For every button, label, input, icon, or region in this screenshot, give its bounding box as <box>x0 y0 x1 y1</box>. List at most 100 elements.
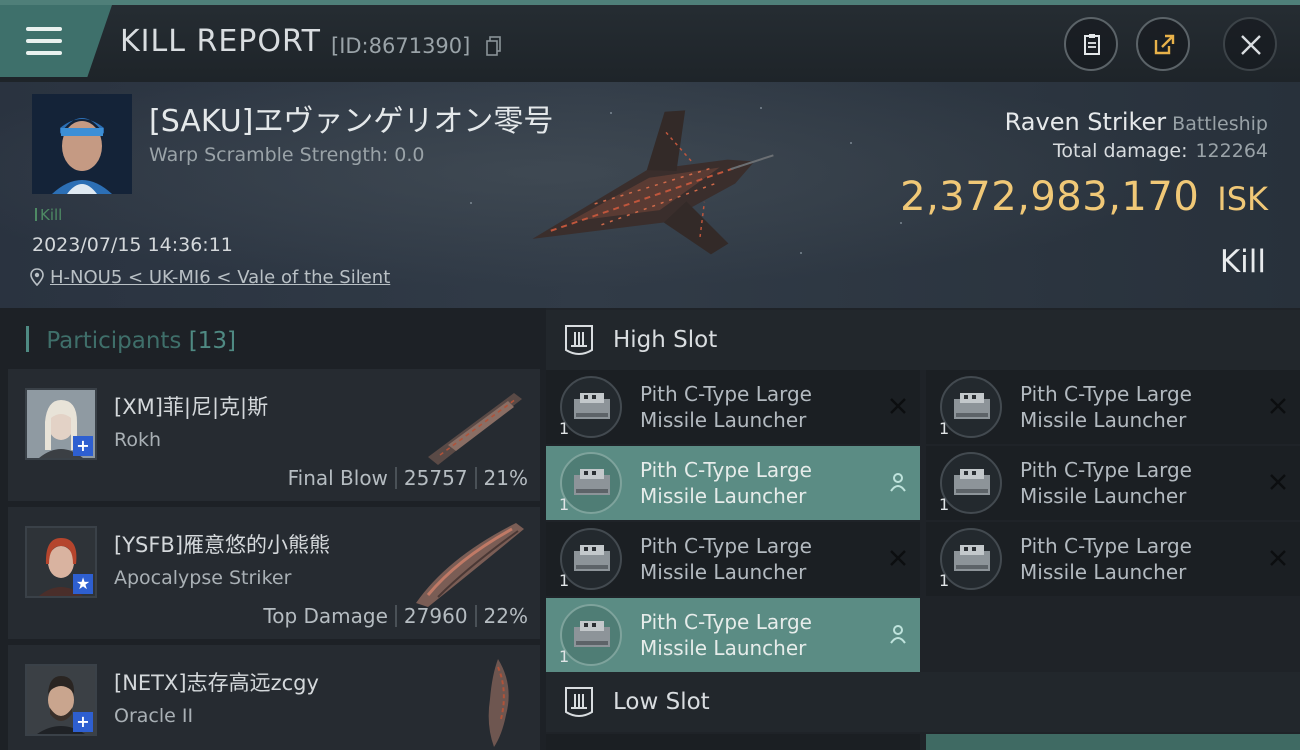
top-bar: KILL REPORT [ID:8671390] <box>0 0 1300 82</box>
hamburger-menu-icon <box>26 27 62 55</box>
module-name: Pith C-Type Large Missile Launcher <box>640 458 812 508</box>
participant-name: [XM]菲|尼|克|斯 <box>114 395 269 419</box>
module-name: Pith C-Type Large Missile Launcher <box>1020 458 1192 508</box>
result-label: Kill <box>1219 244 1266 280</box>
total-damage-value: 122264 <box>1195 140 1268 162</box>
participant-stats: Top Damage 27960 22% <box>263 604 528 628</box>
plus-badge-icon: + <box>73 436 93 456</box>
participant-row[interactable]: + [NETX]志存高远zcgy Oracle II <box>8 645 540 750</box>
module-item[interactable]: 1 Pith C-Type Large Missile Launcher <box>546 522 920 596</box>
missile-launcher-icon <box>940 376 1002 438</box>
plus-badge-icon: + <box>73 712 93 732</box>
participants-panel: Participants [13] + [XM]菲|尼|克|斯 Rokh Fin… <box>0 308 546 750</box>
victim-ship[interactable]: Raven Striker Battleship <box>1005 108 1268 136</box>
ship-class: Battleship <box>1172 113 1268 135</box>
missile-launcher-icon <box>560 376 622 438</box>
missile-launcher-icon <box>560 452 622 514</box>
module-quantity: 1 <box>559 647 570 666</box>
isk-amount: 2,372,983,170 <box>900 174 1200 220</box>
module-item-partial[interactable] <box>926 734 1300 750</box>
module-item[interactable]: 1 Pith C-Type Large Missile Launcher <box>926 370 1300 444</box>
participant-damage: 25757 <box>403 466 468 490</box>
clipboard-icon <box>1084 34 1100 55</box>
participant-ship-image <box>488 659 509 747</box>
turret-slot-icon <box>565 687 593 717</box>
module-quantity: 1 <box>559 419 570 438</box>
page-title: KILL REPORT <box>120 24 321 59</box>
missile-launcher-icon <box>560 604 622 666</box>
isk-unit: ISK <box>1217 180 1268 218</box>
close-button[interactable] <box>1223 17 1277 71</box>
location-pin-icon <box>30 268 44 286</box>
participant-ship: Apocalypse Striker <box>114 567 292 589</box>
victim-ship-image <box>532 110 774 255</box>
participant-avatar: + <box>25 388 97 460</box>
kill-tag: Kill <box>35 206 62 224</box>
module-quantity: 1 <box>559 495 570 514</box>
participant-ship: Rokh <box>114 429 162 451</box>
participant-row[interactable]: + [XM]菲|尼|克|斯 Rokh Final Blow 25757 21% <box>8 369 540 501</box>
location-text: H-NOU5 < UK-MI6 < Vale of the Silent <box>50 267 391 288</box>
victim-summary: [SAKU]ヱヴァンゲリオン零号 Warp Scramble Strength:… <box>0 82 1300 308</box>
copy-icon[interactable] <box>486 36 502 56</box>
victim-portrait[interactable] <box>32 94 132 194</box>
x-mark-icon <box>1270 550 1286 566</box>
missile-launcher-icon <box>940 452 1002 514</box>
participant-percent: 21% <box>483 466 528 490</box>
missile-launcher-icon <box>940 528 1002 590</box>
victim-name[interactable]: [SAKU]ヱヴァンゲリオン零号 <box>149 96 553 140</box>
participant-stats: Final Blow 25757 21% <box>288 466 528 490</box>
participant-avatar: ★ <box>25 526 97 598</box>
module-name: Pith C-Type Large Missile Launcher <box>640 382 812 432</box>
close-icon <box>1241 35 1261 55</box>
participant-role: Final Blow <box>287 466 388 490</box>
star-badge-icon: ★ <box>73 574 93 594</box>
high-slot-title: High Slot <box>613 327 718 353</box>
participant-role: Top Damage <box>263 604 388 628</box>
fitting-panel: High Slot 1 Pith C-Type Large Missile Lau… <box>546 308 1300 750</box>
share-button[interactable] <box>1136 17 1190 71</box>
x-mark-icon <box>890 398 906 414</box>
participant-row[interactable]: ★ [YSFB]雁意悠的小熊熊 Apocalypse Striker Top D… <box>8 507 540 639</box>
isk-value: 2,372,983,170 ISK <box>900 174 1268 220</box>
module-item-partial[interactable] <box>546 734 920 750</box>
participant-avatar: + <box>25 664 97 736</box>
participant-damage: 27960 <box>403 604 468 628</box>
turret-slot-icon <box>565 325 593 355</box>
module-item[interactable]: 1 Pith C-Type Large Missile Launcher <box>546 446 920 520</box>
module-name: Pith C-Type Large Missile Launcher <box>640 534 812 584</box>
module-item[interactable]: 1 Pith C-Type Large Missile Launcher <box>546 370 920 444</box>
module-quantity: 1 <box>939 495 950 514</box>
participants-label: Participants <box>46 328 182 354</box>
clipboard-button[interactable] <box>1064 17 1118 71</box>
x-mark-icon <box>1270 474 1286 490</box>
low-slot-title: Low Slot <box>613 689 710 715</box>
participant-percent: 22% <box>483 604 528 628</box>
missile-launcher-icon <box>560 528 622 590</box>
person-icon <box>890 473 906 492</box>
share-icon <box>1154 34 1175 55</box>
low-slot-header: Low Slot <box>546 672 1300 732</box>
module-item[interactable]: 1 Pith C-Type Large Missile Launcher <box>546 598 920 672</box>
participants-count: [13] <box>188 328 236 354</box>
module-item[interactable]: 1 Pith C-Type Large Missile Launcher <box>926 522 1300 596</box>
report-id: [ID:8671390] <box>331 34 471 58</box>
module-quantity: 1 <box>939 419 950 438</box>
participant-name: [YSFB]雁意悠的小熊熊 <box>114 533 331 557</box>
total-damage-label: Total damage: <box>1053 140 1188 162</box>
person-icon <box>890 625 906 644</box>
high-slot-header: High Slot <box>546 310 1300 370</box>
participant-name: [NETX]志存高远zcgy <box>114 671 319 695</box>
participants-header: Participants [13] <box>26 326 236 354</box>
x-mark-icon <box>890 550 906 566</box>
kill-datetime: 2023/07/15 14:36:11 <box>32 234 233 256</box>
module-quantity: 1 <box>559 571 570 590</box>
warp-scramble-strength: Warp Scramble Strength: 0.0 <box>149 144 425 166</box>
location-link[interactable]: H-NOU5 < UK-MI6 < Vale of the Silent <box>30 267 390 288</box>
participant-ship-image <box>416 523 524 607</box>
total-damage: Total damage: 122264 <box>1053 140 1268 162</box>
menu-button[interactable] <box>0 5 112 77</box>
module-item[interactable]: 1 Pith C-Type Large Missile Launcher <box>926 446 1300 520</box>
ship-name: Raven Striker <box>1004 108 1167 136</box>
participant-ship: Oracle II <box>114 705 194 727</box>
